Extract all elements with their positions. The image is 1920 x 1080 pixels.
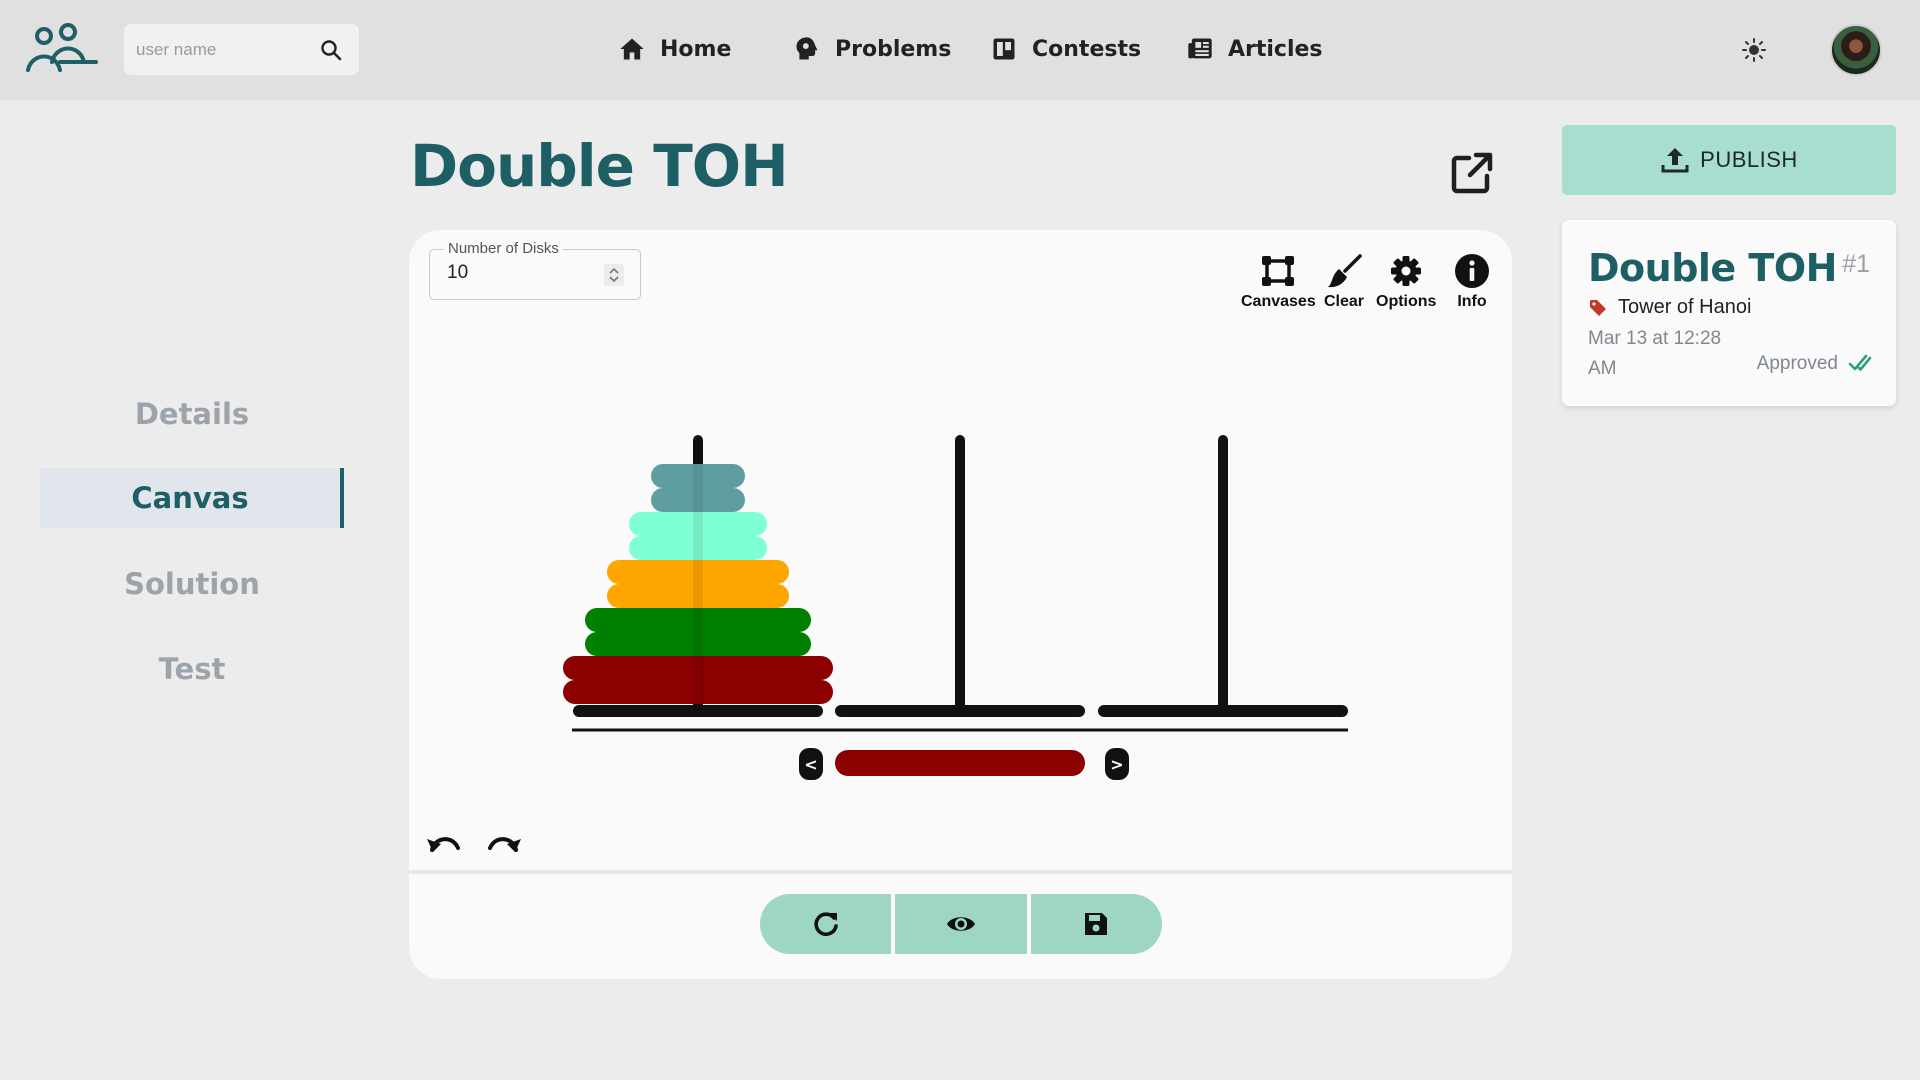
nav-contests[interactable]: Contests bbox=[990, 32, 1141, 66]
problem-number: #1 bbox=[1842, 250, 1870, 278]
nav-home[interactable]: Home bbox=[618, 32, 731, 66]
eye-icon bbox=[946, 917, 975, 931]
peg-base-3[interactable] bbox=[1098, 705, 1348, 717]
subnav-canvas[interactable]: Canvas bbox=[40, 468, 344, 528]
nav-home-label: Home bbox=[660, 36, 732, 62]
next-disk-button-label: > bbox=[1110, 755, 1123, 774]
card-divider bbox=[409, 870, 1512, 874]
undo-icon[interactable] bbox=[424, 826, 464, 856]
nav-articles[interactable]: Articles bbox=[1186, 32, 1323, 66]
problem-tag[interactable]: Tower of Hanoi bbox=[1588, 296, 1751, 319]
preview-button[interactable] bbox=[895, 894, 1027, 954]
prev-disk-button-label: < bbox=[804, 755, 817, 774]
save-button[interactable] bbox=[1030, 894, 1162, 954]
search-box bbox=[124, 24, 359, 75]
nav-contests-label: Contests bbox=[1032, 36, 1142, 62]
page-title: Double TOH bbox=[410, 132, 789, 200]
brain-icon bbox=[796, 37, 818, 60]
refresh-icon bbox=[814, 912, 838, 936]
home-icon bbox=[620, 38, 644, 60]
search-input[interactable] bbox=[136, 24, 316, 75]
save-icon bbox=[1085, 913, 1108, 935]
publish-label: PUBLISH bbox=[1700, 147, 1798, 172]
nav-problems[interactable]: Problems bbox=[793, 32, 951, 66]
subnav-test[interactable]: Test bbox=[40, 639, 344, 699]
subnav-details[interactable]: Details bbox=[40, 384, 344, 444]
problem-info-card: Double TOH #1 Tower of Hanoi Mar 13 at 1… bbox=[1562, 220, 1896, 406]
peg-overlay bbox=[693, 440, 703, 711]
newspaper-icon bbox=[1188, 38, 1212, 59]
problem-date: Mar 13 at 12:28 AM bbox=[1588, 328, 1722, 379]
problem-status-label: Approved bbox=[1756, 353, 1838, 374]
publish-button[interactable]: PUBLISH bbox=[1562, 125, 1896, 195]
redo-icon[interactable] bbox=[484, 826, 524, 856]
canvas-card: Number of Disks 10 Canvases Clear Option… bbox=[409, 230, 1512, 979]
tower-of-hanoi-board[interactable]: < > bbox=[409, 230, 1512, 870]
top-navbar: Home Problems Contests Articles bbox=[0, 0, 1920, 100]
peg-base-2[interactable] bbox=[835, 705, 1085, 717]
problem-title: Double TOH bbox=[1588, 246, 1837, 290]
search-icon[interactable] bbox=[319, 38, 343, 62]
subnav-solution[interactable]: Solution bbox=[40, 554, 344, 614]
problem-status: Approved bbox=[1757, 352, 1872, 376]
upload-icon bbox=[1661, 148, 1689, 173]
double-check-icon bbox=[1848, 354, 1872, 371]
problem-tag-label: Tower of Hanoi bbox=[1618, 296, 1752, 318]
community-logo-icon[interactable] bbox=[24, 22, 100, 78]
selected-disk[interactable] bbox=[835, 750, 1085, 776]
action-button-group bbox=[760, 894, 1162, 954]
board-icon bbox=[993, 38, 1015, 60]
tag-icon bbox=[1590, 299, 1606, 316]
nav-problems-label: Problems bbox=[835, 36, 952, 62]
sun-icon[interactable] bbox=[1741, 37, 1767, 63]
reset-button[interactable] bbox=[760, 894, 892, 954]
avatar[interactable] bbox=[1830, 24, 1882, 76]
open-external-icon[interactable] bbox=[1449, 150, 1495, 196]
nav-articles-label: Articles bbox=[1228, 36, 1323, 62]
